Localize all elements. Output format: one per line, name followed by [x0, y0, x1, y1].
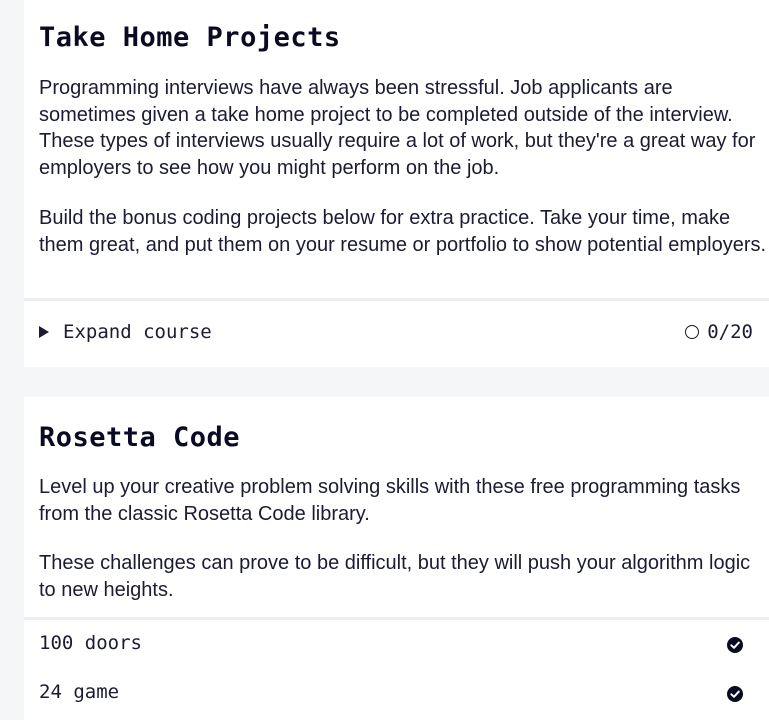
expand-course-toggle[interactable]: Expand course	[39, 321, 212, 343]
challenge-link[interactable]: 100 doors	[24, 622, 769, 668]
circle-outline-icon	[685, 325, 700, 339]
challenge-name[interactable]: 24 game	[39, 681, 119, 703]
expand-course-label: Expand course	[63, 321, 212, 343]
section-title-rosetta: Rosetta Code	[39, 422, 241, 453]
expand-course-button[interactable]: Expand course 0/20	[24, 304, 769, 364]
take-home-practice-paragraph: Build the bonus coding projects below fo…	[39, 207, 767, 256]
check-circle-icon	[727, 686, 743, 702]
triangle-right-icon	[39, 326, 49, 338]
rosetta-challenge-paragraph: These challenges can prove to be difficu…	[39, 552, 751, 601]
take-home-projects-card: Take Home Projects Programming interview…	[24, 0, 769, 367]
rosetta-code-card: Rosetta Code Level up your creative prob…	[24, 397, 769, 720]
take-home-intro-paragraph: Programming interviews have always been …	[39, 77, 756, 179]
challenge-link[interactable]: 24 game	[24, 671, 769, 717]
check-circle-icon	[727, 637, 743, 653]
challenge-name[interactable]: 100 doors	[39, 632, 142, 654]
progress-count: 0/20	[707, 321, 753, 343]
divider	[24, 617, 769, 620]
divider	[24, 298, 769, 301]
section-title-take-home: Take Home Projects	[39, 22, 341, 53]
rosetta-intro-paragraph: Level up your creative problem solving s…	[39, 476, 741, 525]
course-progress: 0/20	[685, 321, 753, 343]
